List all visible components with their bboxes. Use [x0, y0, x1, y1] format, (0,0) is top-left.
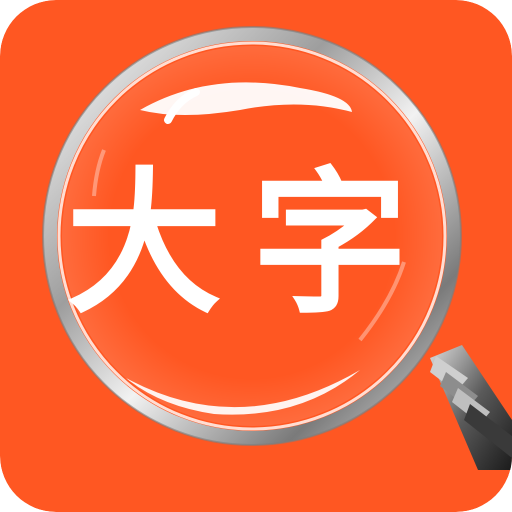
app-icon[interactable]: 大 字: [0, 0, 512, 512]
glyph-right: 字: [252, 153, 408, 335]
glyph-left: 大: [66, 153, 222, 335]
magnifier-icon: 大 字: [0, 0, 512, 512]
